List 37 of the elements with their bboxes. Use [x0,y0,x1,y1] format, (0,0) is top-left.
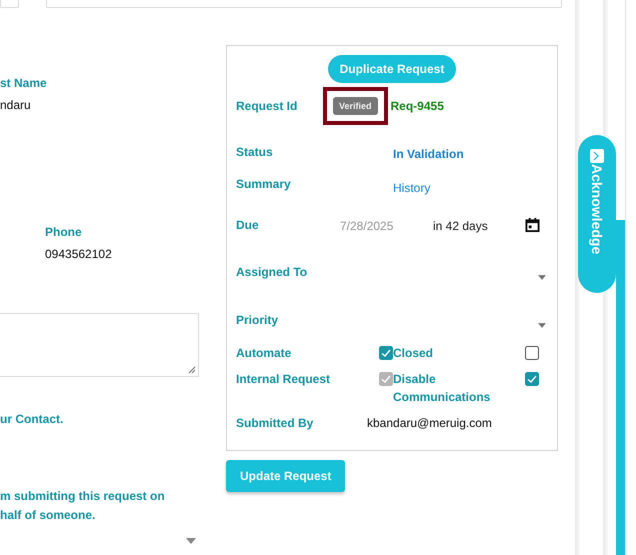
field-label: Assigned To [236,264,308,278]
date-field[interactable]: 7/28/2025 [340,219,433,233]
resize-handle-icon[interactable] [188,366,196,374]
dropdown-caret-icon[interactable] [538,275,546,280]
field-label: Priority [236,312,278,326]
checkbox[interactable] [525,346,539,360]
field-label: Summary [236,177,292,191]
verified-badge: Verified [333,97,378,115]
request-id: Req-9455 [390,99,444,113]
checkbox-label: Internal Request [236,371,330,388]
input-field[interactable] [0,0,19,8]
field-label: Due [236,218,260,232]
update-request-button[interactable]: Update Request [226,460,346,492]
history-link[interactable]: History [393,181,430,195]
field-label: Submitted By [236,416,314,430]
field-label: ur Contact. [0,412,64,426]
field-label: Status [236,145,274,159]
checkbox[interactable] [525,372,539,386]
scrollbar[interactable] [616,0,626,555]
checkbox-label: Closed [393,345,434,362]
due-note: in 42 days [433,219,489,233]
field-label: st Name [0,76,47,90]
field-value: ndaru [0,98,31,112]
status-value: In Validation [393,147,464,161]
checkbox-label: Disable Communications [393,371,492,406]
acknowledge-tab[interactable]: Acknowledge [578,135,616,293]
checkbox-label: Automate [236,345,292,362]
field-label: m submitting this request on half of someone. [0,488,165,524]
field-value: kbandaru@meruig.com [367,416,492,430]
calendar-icon[interactable] [525,216,540,232]
field-value: 0943562102 [45,247,112,261]
field-label: Phone [45,225,82,239]
duplicate-request-button[interactable]: Duplicate Request [328,55,456,83]
field-label: Request Id [236,99,298,113]
dropdown-caret-icon[interactable] [538,323,546,328]
checkbox[interactable] [379,346,393,360]
dropdown-caret-icon[interactable] [186,538,196,544]
